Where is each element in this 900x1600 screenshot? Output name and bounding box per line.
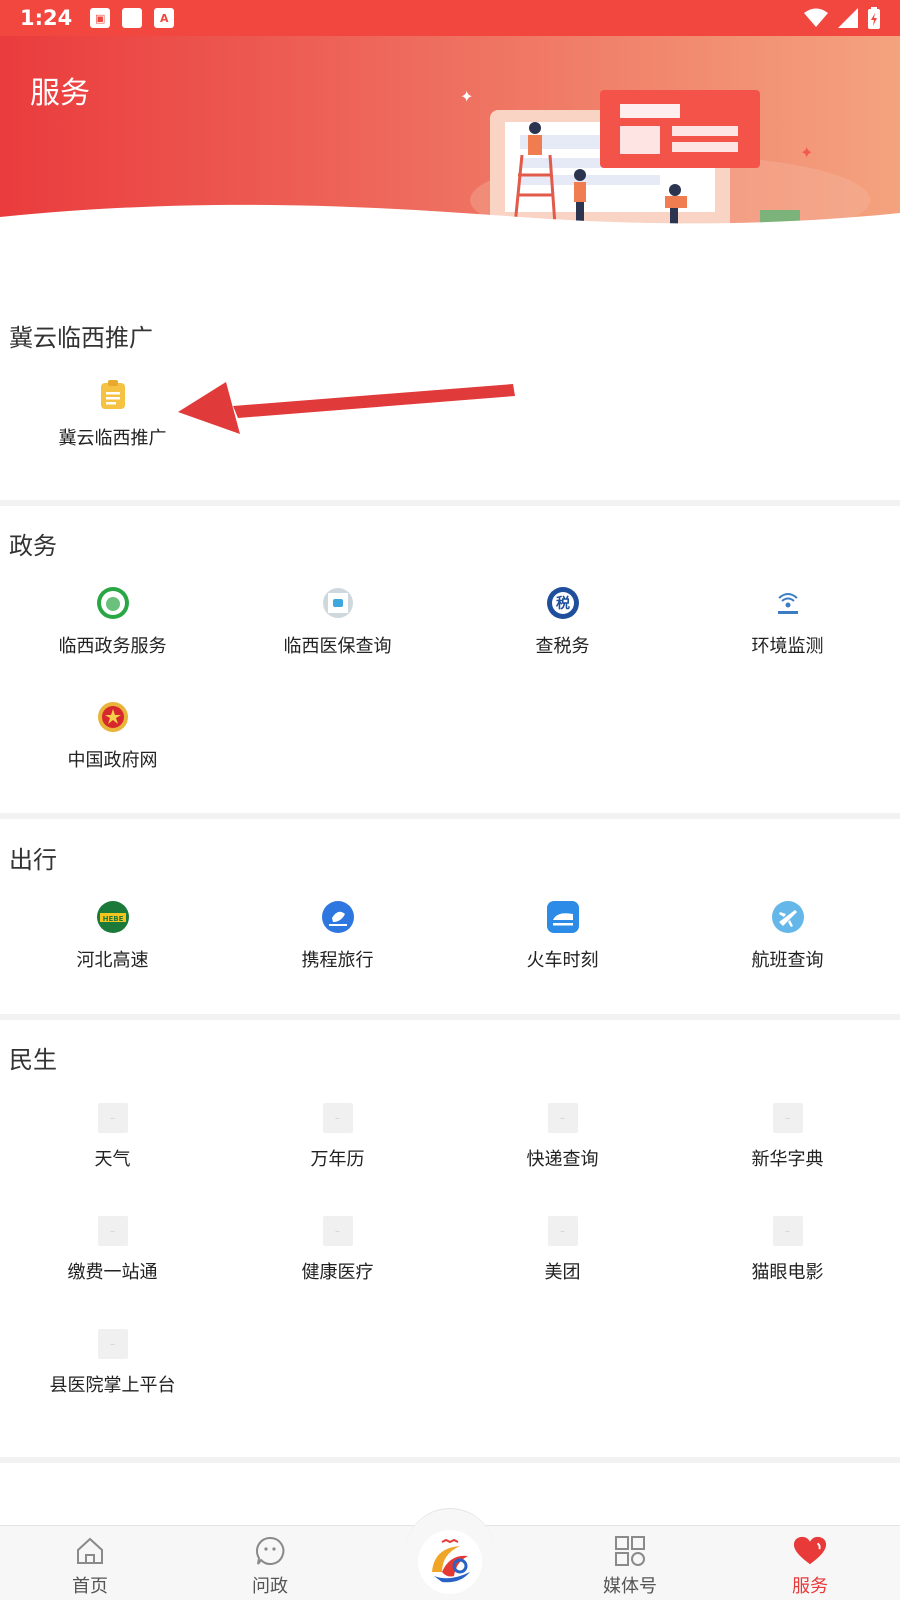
service-item-label: 冀云临西推广 [58,428,167,449]
chat-icon [253,1534,287,1568]
service-item-flight[interactable]: 航班查询 [675,900,900,1000]
service-item-label: 猫眼电影 [751,1262,824,1283]
service-item-payment[interactable]: – 缴费一站通 [0,1216,225,1316]
service-item-label: 天气 [94,1149,131,1170]
grid-icon [613,1534,647,1568]
placeholder-icon: – [97,1329,128,1359]
tab-center-logo[interactable] [418,1530,482,1594]
national-emblem-icon [96,700,130,734]
service-item-label: 美团 [544,1262,581,1283]
home-icon [73,1534,107,1568]
font-notification-icon: A [154,8,175,28]
signal-icon [838,8,858,28]
wifi-icon [804,8,828,27]
service-item-weather[interactable]: – 天气 [0,1103,225,1203]
train-icon [546,900,580,934]
placeholder-icon: – [547,1216,578,1246]
service-item-meituan[interactable]: – 美团 [450,1216,675,1316]
status-bar: 1:24 ▣ A [0,0,900,36]
service-item-label: 临西政务服务 [58,636,167,657]
tab-label: 媒体号 [603,1576,657,1597]
placeholder-icon: – [322,1103,353,1133]
gov-service-icon [96,586,130,620]
service-item-label: 航班查询 [751,950,824,971]
svg-text:税: 税 [556,595,570,612]
service-item-hebei-highway[interactable]: HEBE 河北高速 [0,900,225,1000]
medical-insurance-icon [321,586,355,620]
battery-icon [868,7,880,29]
tab-home[interactable]: 首页 [30,1526,150,1600]
section-title-government: 政务 [9,532,57,560]
square-notification-icon [122,8,143,28]
highway-icon: HEBE [96,900,130,934]
service-item-environment[interactable]: 环境监测 [675,586,900,686]
environment-icon [771,586,805,620]
service-item-label: 火车时刻 [526,950,599,971]
service-item-maoyan[interactable]: – 猫眼电影 [675,1216,900,1316]
service-item-label: 健康医疗 [301,1262,374,1283]
section-title-livelihood: 民生 [9,1046,57,1074]
status-time: 1:24 [20,6,73,30]
service-item-calendar[interactable]: – 万年历 [225,1103,450,1203]
heart-icon [793,1534,827,1568]
section-divider [0,500,900,506]
plane-icon [771,900,805,934]
service-item-gov-service[interactable]: 临西政务服务 [0,586,225,686]
app-logo-icon [421,1533,479,1591]
tab-service[interactable]: 服务 [750,1526,870,1600]
service-item-dictionary[interactable]: – 新华字典 [675,1103,900,1203]
svg-text:HEBE: HEBE [102,915,123,923]
service-item-ctrip[interactable]: 携程旅行 [225,900,450,1000]
section-title-travel: 出行 [9,846,57,874]
page-title: 服务 [30,76,90,111]
service-item-label: 中国政府网 [67,750,158,771]
tax-icon: 税 [546,586,580,620]
service-item-medical-insurance[interactable]: 临西医保查询 [225,586,450,686]
tab-media[interactable]: 媒体号 [570,1526,690,1600]
service-item-label: 缴费一站通 [67,1262,158,1283]
placeholder-icon: – [97,1103,128,1133]
section-title-promotion: 冀云临西推广 [9,324,153,352]
service-item-china-gov[interactable]: 中国政府网 [0,700,225,800]
header-banner: ✦ ✦ [0,0,900,250]
service-item-label: 新华字典 [751,1149,824,1170]
header-wave [0,204,900,250]
service-item-label: 环境监测 [751,636,824,657]
section-divider [0,1014,900,1020]
service-item-train[interactable]: 火车时刻 [450,900,675,1000]
service-item-health[interactable]: – 健康医疗 [225,1216,450,1316]
service-item-label: 县医院掌上平台 [49,1375,176,1396]
tab-wenzheng[interactable]: 问政 [210,1526,330,1600]
placeholder-icon: – [772,1103,803,1133]
service-item-express[interactable]: – 快递查询 [450,1103,675,1203]
section-divider [0,1457,900,1463]
ctrip-icon [321,900,355,934]
service-item-tax[interactable]: 税 查税务 [450,586,675,686]
service-item-county-hospital[interactable]: – 县医院掌上平台 [0,1329,225,1429]
tab-label: 首页 [72,1576,108,1597]
placeholder-icon: – [97,1216,128,1246]
clipboard-icon [96,378,130,412]
service-item-label: 河北高速 [76,950,149,971]
service-item-label: 携程旅行 [301,950,374,971]
svg-text:✦: ✦ [800,143,813,162]
placeholder-icon: – [772,1216,803,1246]
tab-label: 服务 [792,1576,828,1597]
placeholder-icon: – [547,1103,578,1133]
image-notification-icon: ▣ [90,8,111,28]
tab-label: 问政 [252,1576,288,1597]
placeholder-icon: – [322,1216,353,1246]
service-item-label: 万年历 [310,1149,365,1170]
section-divider [0,813,900,819]
service-item-label: 查税务 [535,636,590,657]
annotation-arrow-icon [178,382,515,434]
service-item-label: 临西医保查询 [283,636,392,657]
service-item-label: 快递查询 [526,1149,599,1170]
svg-text:✦: ✦ [460,87,473,106]
